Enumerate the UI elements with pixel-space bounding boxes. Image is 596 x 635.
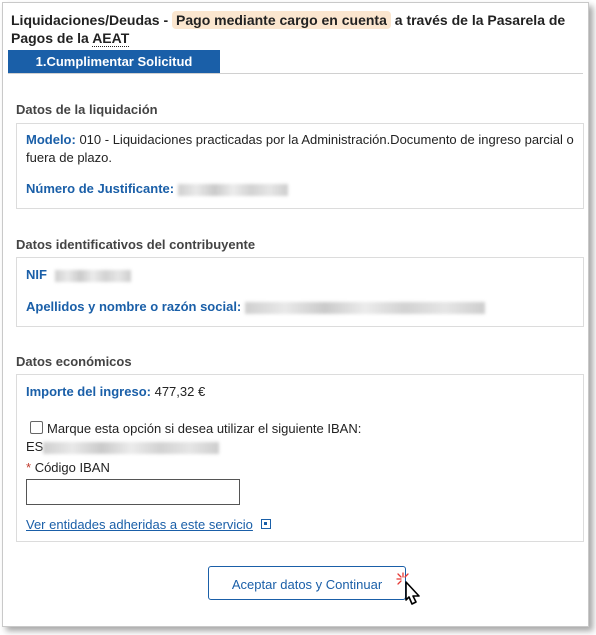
importe-row: Importe del ingreso: 477,32 €: [26, 383, 205, 401]
page-title: Liquidaciones/Deudas - Pago mediante car…: [11, 11, 581, 47]
nif-label: NIF: [26, 267, 47, 282]
iban-option-row: Marque esta opción si desea utilizar el …: [30, 420, 361, 438]
step-tab-cumplimentar: 1.Cumplimentar Solicitud: [8, 50, 220, 73]
codigo-iban-label: Código IBAN: [34, 460, 110, 475]
iban-option-label: Marque esta opción si desea utilizar el …: [47, 421, 362, 436]
iban-prefix: ES: [26, 439, 44, 454]
nif-redacted: [54, 269, 131, 282]
liquidacion-box: Modelo: 010 - Liquidaciones practicadas …: [16, 123, 584, 209]
page-frame: Liquidaciones/Deudas - Pago mediante car…: [2, 2, 589, 627]
iban-redacted: [43, 441, 220, 454]
importe-value: 477,32 €: [154, 384, 206, 399]
nombre-redacted: [244, 301, 485, 314]
entidades-row: Ver entidades adheridas a este servicio: [26, 516, 271, 534]
contribuyente-box: NIF Apellidos y nombre o razón social:: [16, 257, 584, 327]
modelo-row: Modelo: 010 - Liquidaciones practicadas …: [26, 131, 574, 167]
nombre-row: Apellidos y nombre o razón social:: [26, 298, 485, 316]
entidades-link[interactable]: Ver entidades adheridas a este servicio: [26, 517, 253, 532]
title-prefix: Liquidaciones/Deudas -: [11, 12, 173, 28]
importe-label: Importe del ingreso:: [26, 384, 151, 399]
accept-continue-button[interactable]: Aceptar datos y Continuar: [208, 566, 406, 600]
justificante-row: Número de Justificante:: [26, 180, 288, 198]
section-title-contribuyente: Datos identificativos del contribuyente: [16, 237, 256, 252]
nif-row: NIF: [26, 266, 131, 284]
hand-cursor-icon: [396, 572, 420, 605]
iban-option-checkbox[interactable]: [30, 421, 43, 434]
justificante-redacted: [177, 183, 288, 196]
modelo-label: Modelo:: [26, 132, 76, 147]
nombre-label: Apellidos y nombre o razón social:: [26, 299, 242, 314]
external-link-icon[interactable]: [260, 519, 271, 529]
justificante-label: Número de Justificante:: [26, 181, 175, 196]
codigo-iban-row: * Código IBAN: [26, 459, 110, 477]
modelo-value: 010 - Liquidaciones practicadas por la A…: [26, 132, 574, 165]
iban-value-row: ES: [26, 438, 220, 456]
economicos-box: Importe del ingreso: 477,32 € Marque est…: [16, 374, 584, 542]
section-title-liquidacion: Datos de la liquidación: [16, 102, 158, 117]
required-mark: *: [26, 460, 32, 475]
title-abbr: AEAT: [92, 30, 130, 47]
section-title-economicos: Datos económicos: [16, 354, 132, 369]
step-divider: [8, 73, 583, 74]
codigo-iban-input[interactable]: [26, 479, 240, 505]
title-highlight: Pago mediante cargo en cuenta: [172, 11, 391, 29]
